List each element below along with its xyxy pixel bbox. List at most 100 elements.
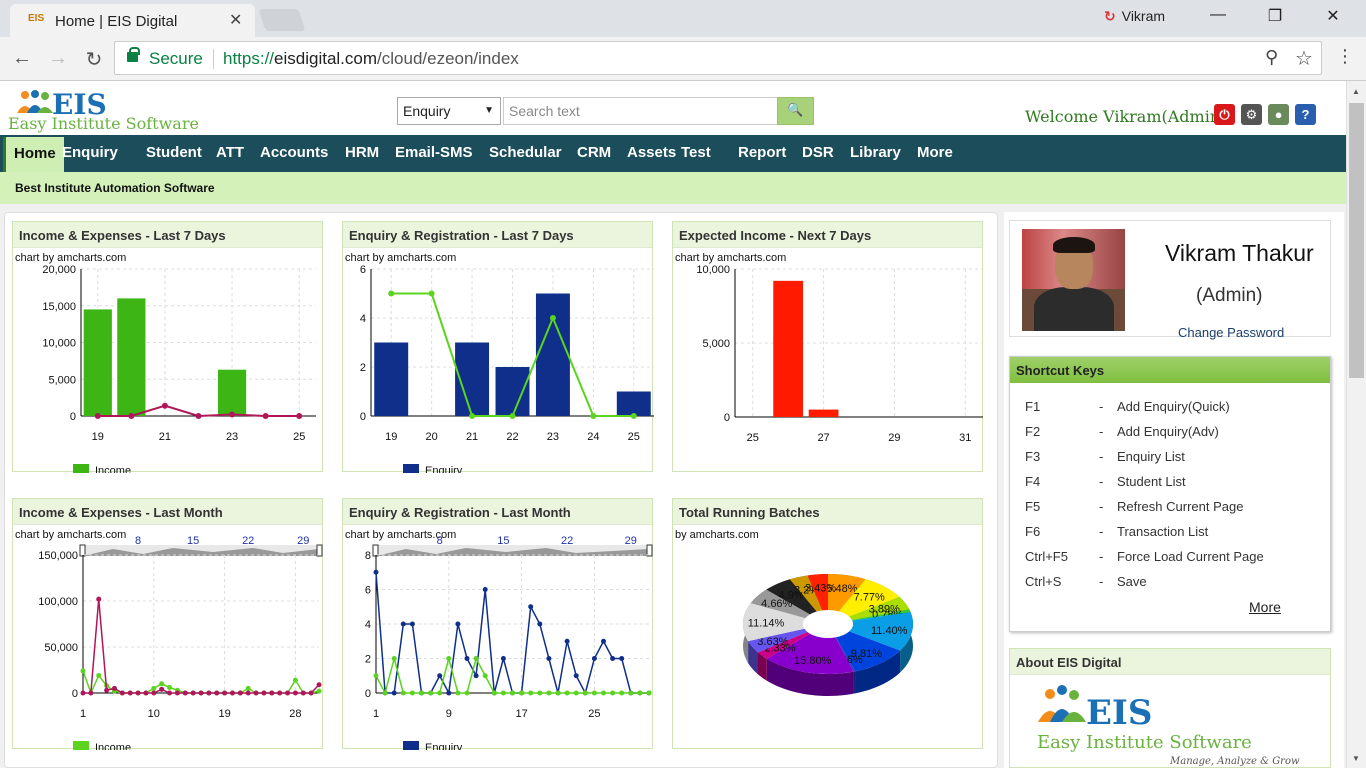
minimize-button[interactable]: — — [1203, 6, 1233, 24]
eis-favicon-icon: EIS — [28, 13, 45, 24]
profile-name: Vikram — [1121, 8, 1166, 24]
data-point — [464, 656, 470, 661]
bar — [808, 409, 839, 417]
profile-chip[interactable]: ↻ Vikram — [1104, 8, 1165, 25]
y-tick-label: 15,000 — [42, 301, 76, 313]
data-point — [446, 656, 452, 661]
data-point — [316, 682, 322, 688]
browser-menu-icon[interactable]: ⋮ — [1336, 46, 1354, 67]
data-point — [500, 656, 506, 661]
about-logo-text: EIS — [1086, 693, 1152, 733]
bulb-icon[interactable]: ● — [1268, 104, 1289, 125]
profile-role: (Admin) — [1196, 285, 1263, 306]
x-tick-label: 17 — [515, 708, 527, 720]
data-point — [373, 673, 379, 679]
eis-logo[interactable]: EIS Easy Institute Software — [8, 87, 199, 133]
nav-item-schedular[interactable]: Schedular — [489, 144, 562, 161]
shortcut-dash: - — [1099, 399, 1104, 414]
nav-item-more[interactable]: More — [917, 144, 953, 161]
forward-button[interactable]: → — [44, 47, 72, 70]
bookmark-star-icon[interactable]: ☆ — [1295, 46, 1313, 71]
nav-item-att[interactable]: ATT — [216, 144, 244, 161]
nav-item-library[interactable]: Library — [850, 144, 901, 161]
scroll-down-icon[interactable]: ▼ — [1352, 754, 1360, 763]
y-tick-label: 150,000 — [38, 550, 78, 562]
help-icon[interactable]: ? — [1295, 104, 1316, 125]
x-tick-label: 23 — [226, 431, 238, 443]
close-tab-icon[interactable]: ✕ — [229, 10, 242, 30]
profile-card: Vikram Thakur (Admin) Change Password — [1009, 220, 1331, 340]
income-month-chart: 8 15 22 29 0 50,000 100,000 150,000 1 10 19 28 Incom… — [38, 535, 323, 750]
nav-item-enquiry[interactable]: Enquiry — [62, 144, 118, 161]
data-point — [96, 596, 102, 602]
data-point — [80, 690, 86, 696]
nav-item-home[interactable]: Home — [3, 137, 64, 172]
panel-income-month: Income & Expenses - Last Month chart by … — [12, 498, 323, 750]
scroll-tick-label: 29 — [297, 535, 309, 547]
data-point — [549, 315, 556, 321]
profile-name: Vikram Thakur — [1165, 240, 1314, 266]
sync-icon: ↻ — [1104, 8, 1116, 24]
reload-button[interactable]: ↻ — [80, 47, 108, 72]
change-password-link[interactable]: Change Password — [1178, 325, 1284, 340]
data-point — [151, 690, 157, 696]
nav-item-report[interactable]: Report — [738, 144, 786, 161]
nav-item-assets[interactable]: Assets — [627, 144, 676, 161]
scrollbar-thumb[interactable] — [1349, 103, 1364, 378]
data-point — [582, 690, 588, 696]
shortcut-key: F3 — [1025, 449, 1041, 464]
income-7days-chart: 0 5,000 10,000 15,000 20,000 19 21 23 25 Income — [42, 264, 316, 473]
x-tick-label: 27 — [817, 432, 829, 444]
shortcut-desc: Save — [1117, 574, 1147, 589]
nav-item-email-sms[interactable]: Email-SMS — [395, 144, 473, 161]
y-tick-label: 0 — [360, 411, 366, 423]
divider — [213, 49, 214, 69]
nav-item-hrm[interactable]: HRM — [345, 144, 379, 161]
panel-income-7days: Income & Expenses - Last 7 Days chart by… — [12, 221, 323, 473]
data-point — [111, 685, 117, 691]
page-scrollbar[interactable]: ▲ ▼ — [1346, 81, 1366, 768]
data-point — [428, 690, 434, 696]
zoom-icon[interactable]: ⚲ — [1265, 47, 1278, 68]
shortcut-key: F5 — [1025, 499, 1041, 514]
data-point — [151, 685, 157, 691]
search-input[interactable]: Search text — [503, 97, 778, 125]
data-point — [473, 656, 479, 661]
data-point — [409, 621, 415, 627]
tab-title: Home | EIS Digital — [55, 13, 178, 30]
data-point — [167, 690, 173, 696]
tagline-text: Best Institute Automation Software — [15, 181, 215, 195]
data-point — [400, 621, 406, 627]
chart-scrollbar-handle-left — [79, 544, 86, 557]
data-point — [373, 569, 379, 575]
data-point — [277, 690, 283, 696]
data-point — [546, 656, 552, 661]
nav-item-crm[interactable]: CRM — [577, 144, 611, 161]
close-window-button[interactable]: ✕ — [1318, 6, 1348, 26]
power-icon[interactable]: ⏻ — [1214, 104, 1235, 125]
shortcut-dash: - — [1099, 574, 1104, 589]
nav-item-accounts[interactable]: Accounts — [260, 144, 328, 161]
gear-icon[interactable]: ⚙ — [1241, 104, 1262, 125]
browser-tab[interactable]: EIS Home | EIS Digital ✕ — [10, 4, 255, 37]
url-field[interactable]: Secure https://eisdigital.com/cloud/ezeo… — [114, 41, 1322, 75]
y-tick-label: 8 — [365, 550, 371, 562]
data-point — [510, 690, 515, 696]
nav-item-student[interactable]: Student — [146, 144, 202, 161]
search-button[interactable]: 🔍 — [777, 97, 814, 125]
scroll-tick-label: 8 — [135, 535, 141, 547]
y-tick-label: 6 — [360, 264, 366, 276]
x-tick-label: 9 — [446, 708, 452, 720]
back-button[interactable]: ← — [8, 47, 36, 70]
scroll-up-icon[interactable]: ▲ — [1352, 87, 1360, 96]
nav-item-test[interactable]: Test — [681, 144, 711, 161]
shortcuts-more-link[interactable]: More — [1249, 599, 1281, 615]
data-point — [88, 690, 94, 696]
bar — [217, 369, 247, 416]
data-point — [564, 638, 570, 644]
bar — [117, 298, 146, 416]
nav-item-dsr[interactable]: DSR — [802, 144, 834, 161]
new-tab-button[interactable] — [258, 9, 306, 31]
maximize-button[interactable]: ❐ — [1260, 6, 1290, 26]
search-type-select[interactable]: Enquiry ▼ — [397, 97, 501, 125]
